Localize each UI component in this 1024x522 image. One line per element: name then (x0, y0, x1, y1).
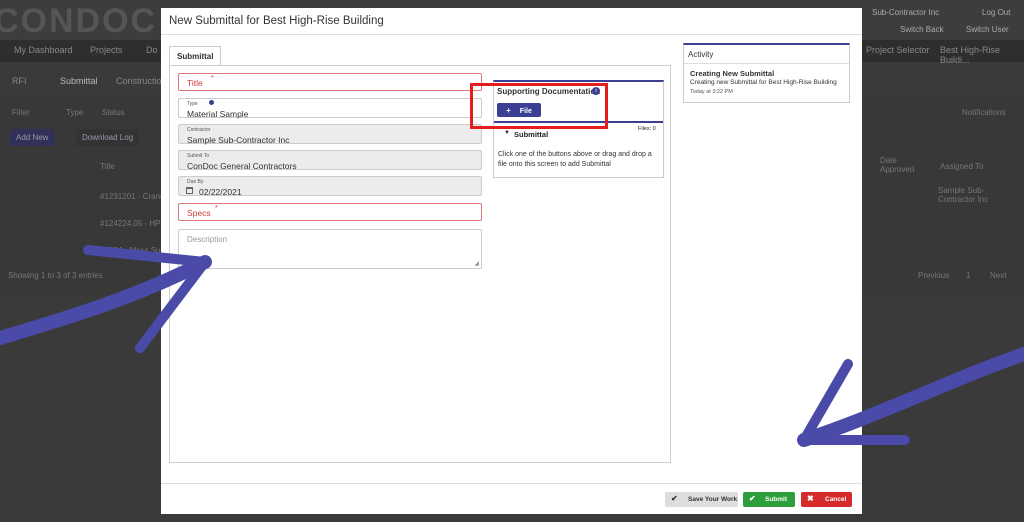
left-arrow (0, 245, 212, 353)
arrow-annotations (0, 245, 1024, 447)
right-arrow (797, 347, 1024, 447)
